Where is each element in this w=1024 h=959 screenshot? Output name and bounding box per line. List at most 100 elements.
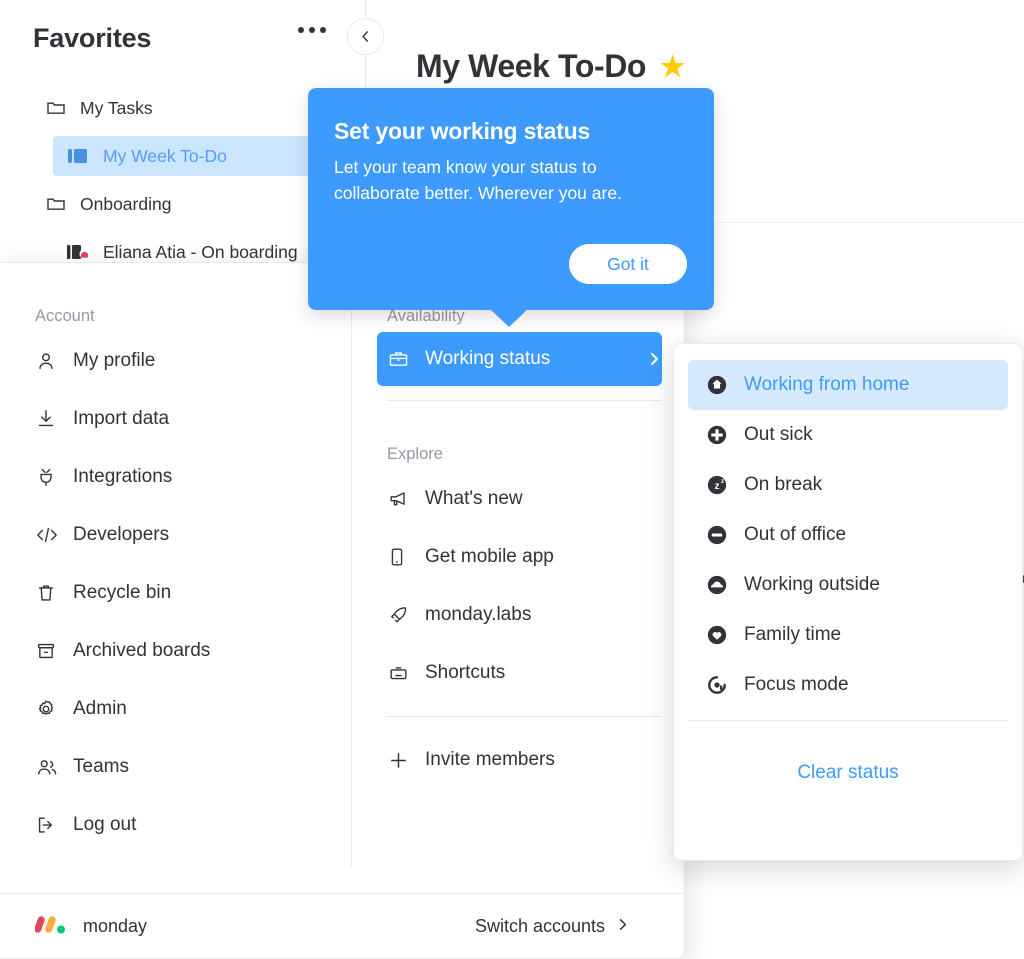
menu-item-monday-labs[interactable]: monday.labs xyxy=(377,586,662,644)
megaphone-icon xyxy=(387,487,417,511)
status-option-label: Out sick xyxy=(744,424,813,445)
board-icon xyxy=(67,147,91,165)
rocket-icon xyxy=(387,603,417,627)
menu-item-whats-new[interactable]: What's new xyxy=(377,470,662,528)
sidebar-header: Favorites xyxy=(33,16,343,60)
menu-item-admin[interactable]: Admin xyxy=(21,680,327,738)
menu-item-archived-boards[interactable]: Archived boards xyxy=(21,622,327,680)
switch-accounts-label: Switch accounts xyxy=(474,915,605,936)
menu-item-import-data[interactable]: Import data xyxy=(21,390,327,448)
sidebar-more-icon[interactable] xyxy=(298,27,326,33)
board-title-row: My Week To-Do ★ xyxy=(416,48,685,85)
menu-item-label: Archived boards xyxy=(73,640,211,661)
explore-section-label: Explore xyxy=(387,445,443,463)
menu-item-invite-members[interactable]: Invite members xyxy=(377,731,662,789)
status-option-working-outside[interactable]: Working outside xyxy=(688,560,1008,610)
status-option-out-of-office[interactable]: Out of office xyxy=(688,510,1008,560)
chevron-right-icon xyxy=(615,916,630,937)
status-option-label: On break xyxy=(744,474,823,495)
page-title: Favorites xyxy=(33,22,152,53)
menu-item-developers[interactable]: Developers xyxy=(21,506,327,564)
collapse-sidebar-button[interactable] xyxy=(347,18,384,55)
medical-cross-icon xyxy=(706,424,732,446)
got-it-button[interactable]: Got it xyxy=(569,244,687,284)
status-option-label: Focus mode xyxy=(744,674,849,695)
account-menu-columns: Account My profile Import data Integrati… xyxy=(0,263,684,895)
menu-item-log-out[interactable]: Log out xyxy=(21,796,327,854)
menu-item-label: My profile xyxy=(73,350,156,371)
menu-item-integrations[interactable]: Integrations xyxy=(21,448,327,506)
sidebar-item-label: Onboarding xyxy=(80,193,172,214)
sidebar-item-label: Eliana Atia - On boarding xyxy=(103,241,298,262)
menu-item-recycle-bin[interactable]: Recycle bin xyxy=(21,564,327,622)
availability-column: Availability Working status Explore What… xyxy=(351,263,684,895)
menu-item-label: Shortcuts xyxy=(425,662,506,683)
tooltip-title: Set your working status xyxy=(334,118,591,144)
gear-icon xyxy=(35,697,65,721)
status-option-focus-mode[interactable]: Focus mode xyxy=(688,660,1008,710)
status-option-family-time[interactable]: Family time xyxy=(688,610,1008,660)
sidebar-item-label: My Tasks xyxy=(80,97,153,118)
menu-divider xyxy=(387,716,662,717)
menu-item-label: Import data xyxy=(73,408,170,429)
briefcase-icon xyxy=(387,347,417,371)
menu-item-label: Invite members xyxy=(425,749,555,770)
monday-logo xyxy=(34,912,69,941)
app-root: Favorites My Tasks My Week To-Do Onboard… xyxy=(0,0,1024,959)
menu-item-shortcuts[interactable]: Shortcuts xyxy=(377,644,662,702)
sidebar-item-onboarding[interactable]: Onboarding xyxy=(14,182,352,226)
star-icon[interactable]: ★ xyxy=(660,52,685,81)
archive-icon xyxy=(35,639,65,663)
sidebar-item-label: My Week To-Do xyxy=(103,145,227,166)
folder-icon xyxy=(46,98,68,118)
heart-icon xyxy=(706,624,732,646)
focus-target-icon xyxy=(706,674,732,696)
menu-item-label: Recycle bin xyxy=(73,582,172,603)
logout-icon xyxy=(35,813,65,837)
cloud-icon xyxy=(706,574,732,596)
trash-icon xyxy=(35,581,65,605)
menu-item-working-status[interactable]: Working status xyxy=(377,332,662,386)
code-icon xyxy=(35,523,65,547)
tooltip-body: Let your team know your status to collab… xyxy=(334,157,622,203)
status-option-out-sick[interactable]: Out sick xyxy=(688,410,1008,460)
status-option-label: Working from home xyxy=(744,374,910,395)
status-option-label: Family time xyxy=(744,624,842,645)
working-status-tooltip: Set your working status Let your team kn… xyxy=(308,88,714,327)
menu-divider xyxy=(387,400,662,401)
menu-item-label: Teams xyxy=(73,756,129,777)
minus-circle-icon xyxy=(706,524,732,546)
mobile-icon xyxy=(387,545,417,569)
menu-item-label: Log out xyxy=(73,814,137,835)
status-option-label: Out of office xyxy=(744,524,847,545)
menu-item-teams[interactable]: Teams xyxy=(21,738,327,796)
menu-item-label: What's new xyxy=(425,488,523,509)
status-option-working-from-home[interactable]: Working from home xyxy=(688,360,1008,410)
board-title: My Week To-Do xyxy=(416,48,647,84)
account-section-label: Account xyxy=(35,307,95,325)
menu-item-label: Developers xyxy=(73,524,170,545)
switch-accounts-button[interactable]: Switch accounts xyxy=(475,916,652,937)
brand-block[interactable]: monday xyxy=(21,912,147,941)
menu-item-my-profile[interactable]: My profile xyxy=(21,332,327,390)
svg-text:z: z xyxy=(721,478,724,485)
status-option-list: Working from home Out sick z z On break … xyxy=(674,344,1022,731)
folder-icon xyxy=(46,194,68,214)
status-menu-divider xyxy=(688,720,1008,721)
board-locked-icon xyxy=(67,243,91,261)
menu-item-label: monday.labs xyxy=(425,604,532,625)
status-option-on-break[interactable]: z z On break xyxy=(688,460,1008,510)
menu-item-label: Working status xyxy=(425,348,551,369)
menu-item-label: Admin xyxy=(73,698,127,719)
chevron-right-icon xyxy=(646,351,662,367)
menu-item-get-mobile-app[interactable]: Get mobile app xyxy=(377,528,662,586)
menu-item-label: Get mobile app xyxy=(425,546,554,567)
svg-text:z: z xyxy=(714,481,719,492)
menu-item-label: Integrations xyxy=(73,466,173,487)
brand-name: monday xyxy=(83,915,148,936)
working-status-submenu: Working from home Out sick z z On break … xyxy=(673,343,1023,861)
people-icon xyxy=(35,755,65,779)
sidebar-item-my-tasks[interactable]: My Tasks xyxy=(14,86,352,130)
status-option-label: Working outside xyxy=(744,574,880,595)
clear-status-button[interactable]: Clear status xyxy=(674,731,1022,815)
